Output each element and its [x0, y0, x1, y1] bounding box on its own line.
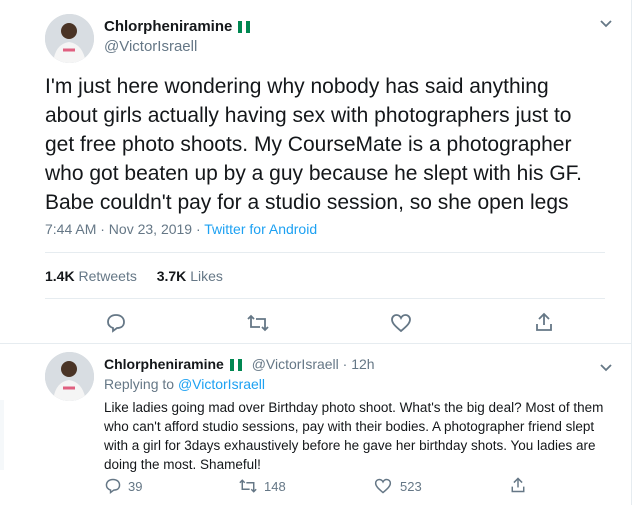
reply-icon[interactable] [105, 312, 127, 339]
tweet-stats: 1.4K Retweets 3.7K Likes [45, 268, 223, 284]
author-name-row[interactable]: Chlorpheniramine [104, 18, 252, 36]
share-icon[interactable] [509, 476, 527, 499]
like-count: 523 [400, 479, 422, 494]
reply-icon[interactable] [104, 477, 122, 500]
author-name[interactable]: Chlorpheniramine [104, 18, 232, 35]
heart-icon[interactable] [390, 312, 412, 339]
reply-text: Like ladies going mad over Birthday phot… [104, 400, 604, 472]
reply-author-name[interactable]: Chlorpheniramine [104, 356, 224, 372]
tweet-text: I'm just here wondering why nobody has s… [45, 75, 583, 214]
nigeria-flag-icon [238, 20, 252, 33]
replying-to: Replying to @VictorIsraell [104, 376, 266, 392]
divider [0, 343, 632, 344]
avatar[interactable] [45, 352, 94, 401]
avatar[interactable] [45, 14, 94, 63]
reply-handle-time[interactable]: @VictorIsraell · 12h [252, 356, 375, 372]
likes-stat[interactable]: 3.7K Likes [157, 268, 223, 284]
share-icon[interactable] [533, 311, 555, 338]
chevron-down-icon[interactable] [599, 360, 613, 378]
divider [45, 252, 605, 253]
chevron-down-icon[interactable] [599, 16, 613, 34]
retweet-icon[interactable] [246, 312, 270, 339]
reply-header: Chlorpheniramine @VictorIsraell · 12h [104, 356, 375, 372]
tweet-meta: 7:44 AM · Nov 23, 2019 · Twitter for And… [45, 221, 317, 237]
replying-to-handle[interactable]: @VictorIsraell [178, 376, 265, 392]
tweet-time[interactable]: 7:44 AM · Nov 23, 2019 · [45, 221, 204, 237]
scroll-edge [0, 400, 4, 470]
retweet-icon[interactable] [238, 477, 258, 500]
author-handle[interactable]: @VictorIsraell [104, 38, 197, 55]
nigeria-flag-icon [229, 358, 244, 372]
divider [45, 298, 605, 299]
tweet-source[interactable]: Twitter for Android [204, 221, 317, 237]
retweet-count: 148 [264, 479, 286, 494]
retweets-stat[interactable]: 1.4K Retweets [45, 268, 137, 284]
heart-icon[interactable] [374, 477, 392, 500]
reply-count: 39 [128, 479, 143, 494]
